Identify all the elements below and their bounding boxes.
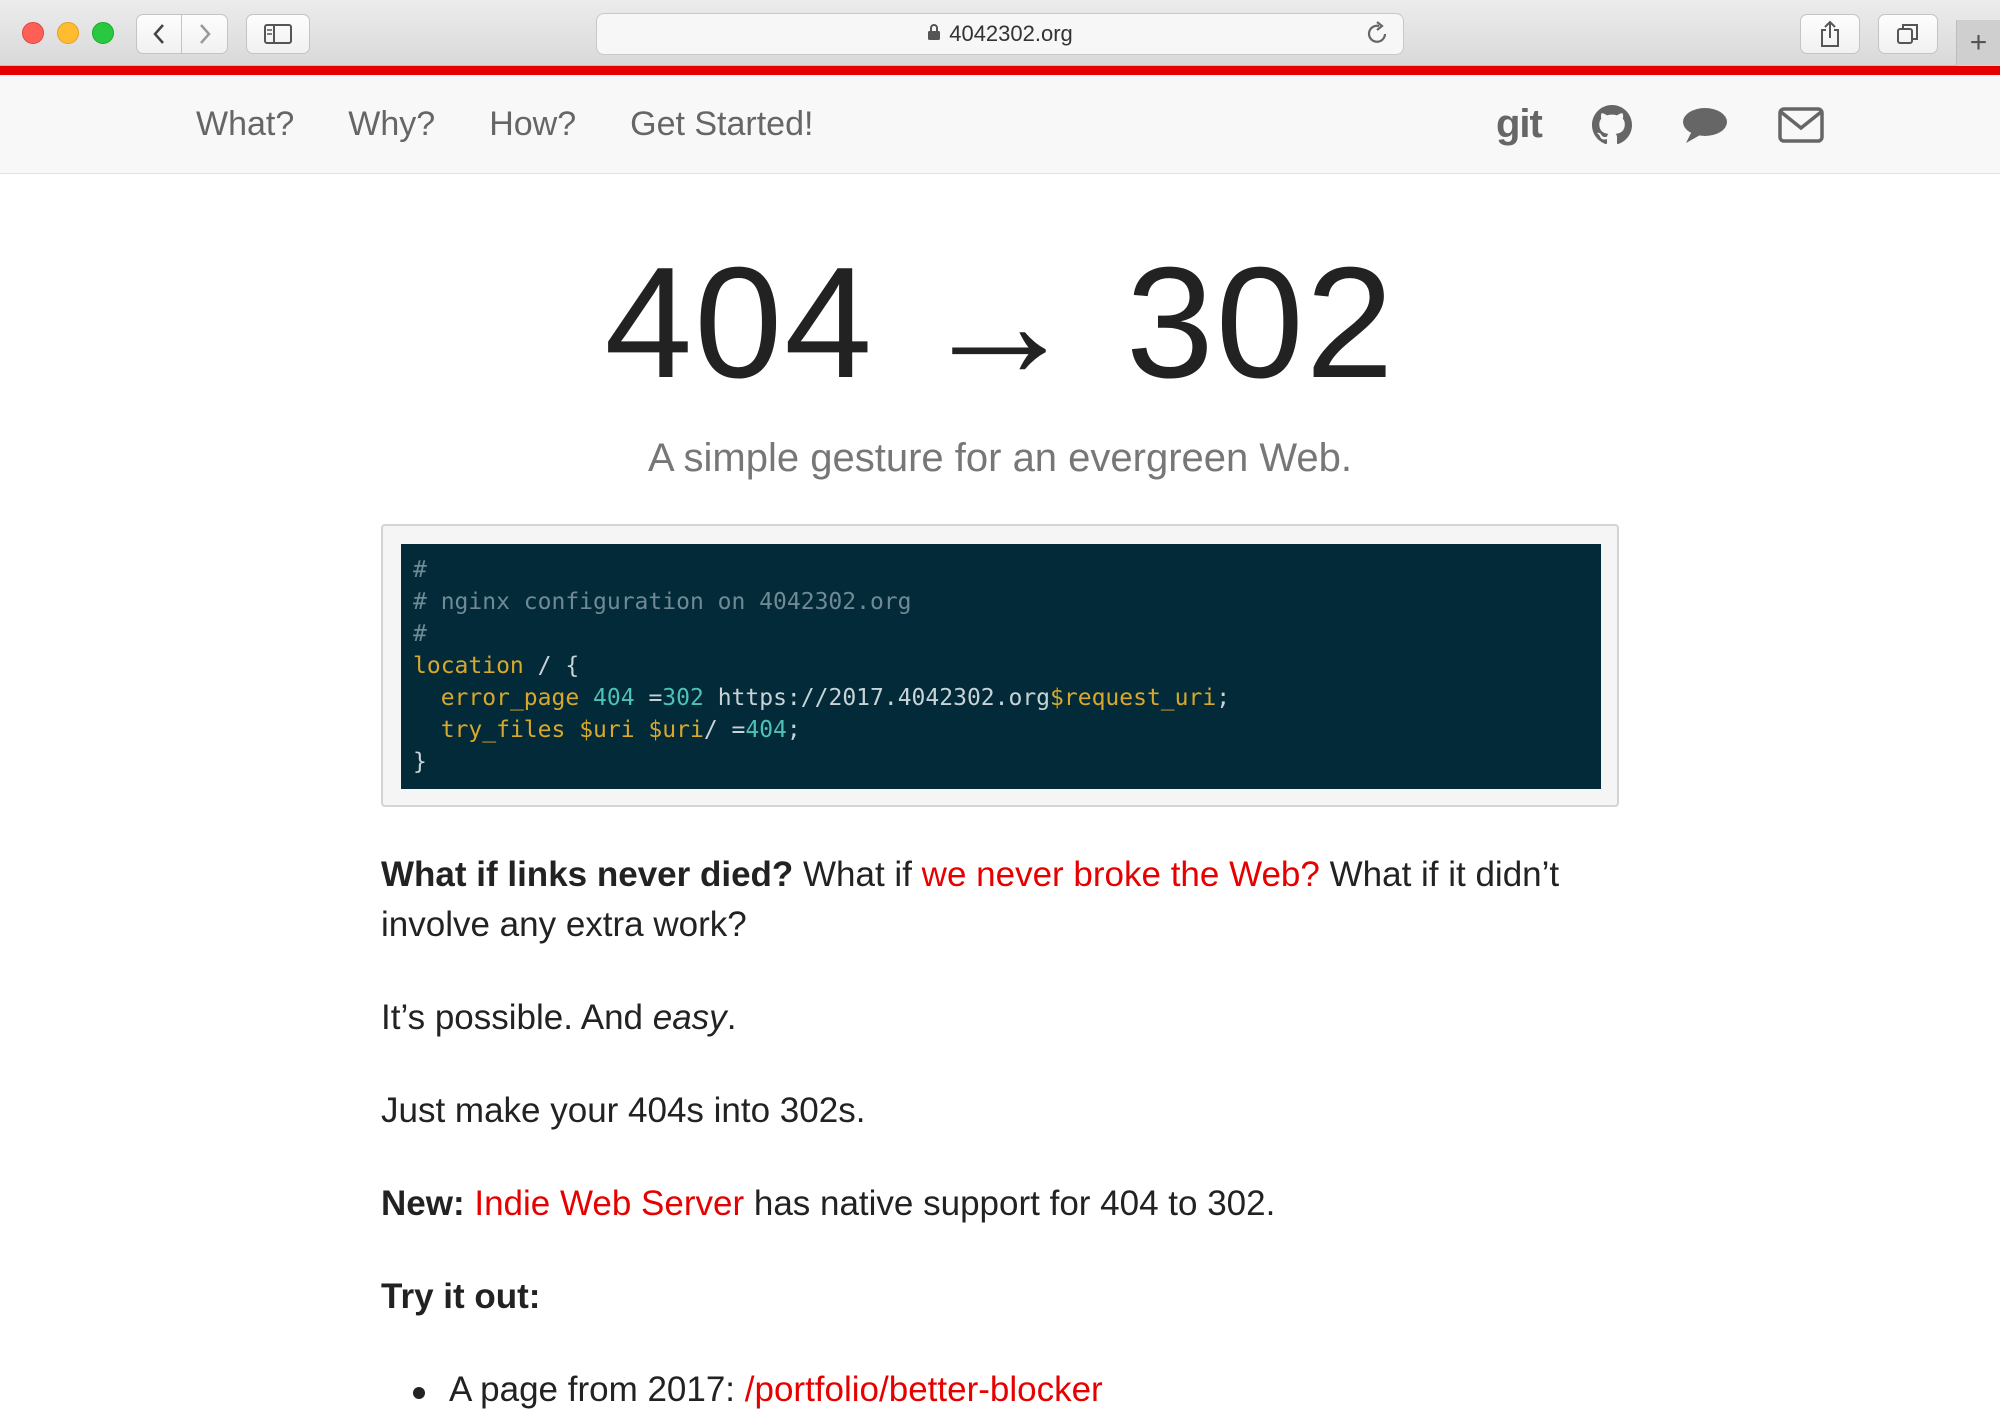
code-keyword: location (413, 653, 524, 679)
code-text: = (634, 685, 663, 711)
code-number: 404 (593, 685, 635, 711)
nav-icons: git (1496, 75, 1824, 174)
code-text: } (413, 749, 427, 775)
new-label: New: (381, 1184, 465, 1223)
address-bar[interactable]: 4042302.org (596, 13, 1404, 55)
nav-link-what[interactable]: What? (196, 105, 294, 144)
examples-list: A page from 2017: /portfolio/better-bloc… (413, 1365, 1621, 1415)
code-comment: # nginx configuration on 4042302.org (413, 589, 912, 615)
mail-icon[interactable] (1778, 106, 1824, 143)
page-subtitle: A simple gesture for an evergreen Web. (647, 436, 1353, 480)
code-number: 404 (745, 717, 787, 743)
accent-bar (0, 66, 2000, 75)
main-content: What if links never died? What if we nev… (381, 850, 1621, 1415)
possible-end: . (726, 998, 737, 1037)
indie-web-server-link[interactable]: Indie Web Server (474, 1184, 744, 1223)
code-variable: $uri $uri (579, 717, 704, 743)
back-button[interactable] (136, 14, 182, 54)
intro-paragraph: What if links never died? What if we nev… (381, 850, 1621, 950)
code-number: 302 (662, 685, 704, 711)
nav-link-get-started[interactable]: Get Started! (630, 105, 813, 144)
share-icon (1821, 20, 1839, 47)
code-text: / = (703, 717, 746, 743)
intro-text: What if (793, 855, 922, 894)
try-it-out-heading: Try it out: (381, 1272, 1621, 1322)
code-text: ; (786, 717, 801, 743)
close-window-button[interactable] (22, 22, 44, 44)
tabs-icon (1897, 24, 1918, 44)
plus-icon: + (1969, 26, 1988, 59)
code-comment: # (413, 557, 427, 583)
history-navigation (136, 14, 228, 54)
possible-text: It’s possible. And (381, 998, 653, 1037)
never-broke-web-link[interactable]: we never broke the Web? (922, 855, 1320, 894)
zoom-window-button[interactable] (92, 22, 114, 44)
browser-toolbar: 4042302.org + (0, 0, 2000, 66)
code-keyword: error_page (440, 685, 580, 711)
code-variable: $request_uri (1050, 685, 1217, 711)
code-keyword: try_files (440, 717, 566, 743)
instruction-paragraph: Just make your 404s into 302s. (381, 1091, 866, 1130)
list-item: A page from 2017: /portfolio/better-bloc… (413, 1365, 1621, 1415)
code-block-frame: # # nginx configuration on 4042302.org #… (381, 524, 1619, 807)
nav-links: What? Why? How? Get Started! (196, 75, 813, 174)
github-icon[interactable] (1591, 104, 1632, 145)
address-url: 4042302.org (949, 21, 1073, 46)
site-navbar: What? Why? How? Get Started! git (0, 75, 2000, 174)
sidebar-icon (264, 24, 292, 44)
code-text: https://2017.4042302.org (703, 685, 1051, 711)
new-paragraph: New: Indie Web Server has native support… (381, 1179, 1621, 1229)
code-text: / { (523, 653, 580, 679)
list-item-text: A page from 2017: (449, 1370, 745, 1409)
nav-link-how[interactable]: How? (489, 105, 576, 144)
tabs-overview-button[interactable] (1878, 14, 1938, 54)
chevron-left-icon (153, 24, 164, 44)
intro-bold: What if links never died? (381, 855, 794, 894)
easy-emphasis: easy (652, 998, 727, 1037)
minimize-window-button[interactable] (57, 22, 79, 44)
reload-icon[interactable] (1365, 20, 1389, 53)
lock-icon (927, 23, 941, 46)
code-comment: # (413, 621, 427, 647)
try-it-out-label: Try it out: (381, 1277, 541, 1316)
better-blocker-link[interactable]: /portfolio/better-blocker (745, 1370, 1103, 1409)
git-icon[interactable]: git (1496, 102, 1543, 147)
code-text: ; (1216, 685, 1231, 711)
new-text: has native support for 404 to 302. (744, 1184, 1276, 1223)
code-block: # # nginx configuration on 4042302.org #… (401, 544, 1601, 789)
sidebar-toggle-button[interactable] (246, 14, 310, 54)
page-title: 404 → 302 (604, 235, 1396, 411)
new-tab-button[interactable]: + (1956, 20, 2000, 66)
nav-link-why[interactable]: Why? (348, 105, 435, 144)
possible-paragraph: It’s possible. And easy. (381, 993, 1621, 1043)
chevron-right-icon (199, 24, 211, 44)
forward-button[interactable] (182, 14, 228, 54)
chat-icon[interactable] (1682, 105, 1728, 145)
share-button[interactable] (1800, 14, 1860, 54)
